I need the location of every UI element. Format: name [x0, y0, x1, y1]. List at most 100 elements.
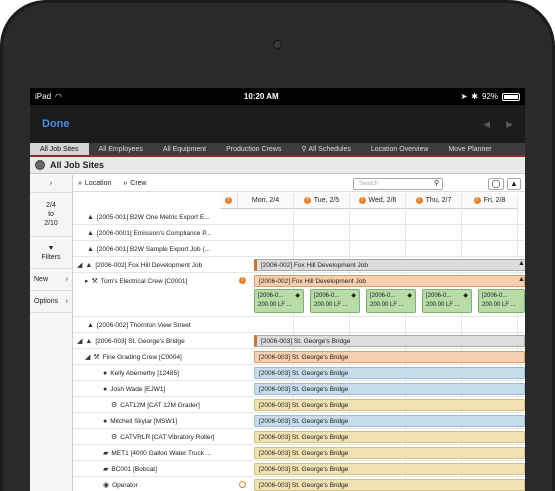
tab-production-crews[interactable]: Production Crews [216, 143, 291, 155]
warning-icon: ! [303, 197, 311, 204]
table-row[interactable]: ⚙ CATVRLR [CAT Vibratory Roller] [2006-00… [73, 429, 525, 445]
table-row[interactable]: ▰ BC001 [Bobcat] [2006-003] St. George's … [73, 461, 525, 477]
expand-chevron[interactable]: › [30, 175, 72, 193]
schedule-bar[interactable]: [2006-003] St. George's Bridge [254, 479, 525, 491]
new-label: New [34, 276, 49, 283]
schedule-bar[interactable]: [2006-003] St. George's Bridge [254, 463, 525, 475]
filters-label: Filters [41, 253, 61, 261]
day-warning: ! [220, 193, 237, 208]
schedule-bar[interactable]: [2006-003] St. George's Bridge [254, 383, 525, 395]
schedule-bar[interactable]: [2006-003] St. George's Bridge [254, 335, 525, 347]
truck-icon: ▰ [103, 450, 109, 457]
expand-icon: » [78, 179, 82, 187]
schedule-bar[interactable]: [2006-002] Fox Hill Development Job [254, 275, 525, 287]
tab-bar: All Job Sites All Employees All Equipmen… [30, 143, 525, 157]
collapse-arrow-icon[interactable]: ◢ [85, 353, 90, 361]
schedule-bar[interactable]: [2006-003] St. George's Bridge [254, 367, 525, 379]
chevron-right-icon: › [65, 276, 68, 283]
production-card[interactable]: [2006-0... 200.00 LF ... ◆ [254, 289, 304, 313]
card-quantity: 200.00 LF ... [426, 302, 460, 308]
collapse-arrow-icon[interactable]: ◢ [77, 337, 82, 345]
row-label: MET1 [4000 Gallon Water Truck ... [111, 449, 212, 457]
search-input[interactable]: Search [353, 178, 443, 190]
schedule-bar[interactable]: [2006-003] St. George's Bridge [254, 399, 525, 411]
new-button[interactable]: New › [30, 269, 72, 291]
tab-move-planner[interactable]: Move Planner [438, 143, 501, 155]
back-arrow-icon[interactable]: ◀ [483, 119, 490, 130]
schedule-bar[interactable]: [2006-003] St. George's Bridge [254, 351, 525, 363]
production-card[interactable]: [2006-0... 200.00 LF ... ◆ [310, 289, 360, 313]
table-row[interactable]: ▲ [2006-002] Thornton View Street [73, 317, 525, 333]
equipment-icon: ⚙ [111, 402, 118, 409]
forward-arrow-icon[interactable]: ▶ [506, 119, 513, 130]
table-row[interactable]: ▲ [2005-001] B2W One Metric Export E... [73, 209, 525, 225]
person-icon: ● [103, 417, 108, 425]
circle-button[interactable]: ◯ [488, 178, 504, 190]
table-row[interactable]: ◉ Operator [2006-003] St. George's Bridge [73, 477, 525, 491]
production-card[interactable]: [2006-0... 200.00 LF ... [478, 289, 525, 313]
options-button[interactable]: Options › [30, 291, 72, 313]
tab-all-schedules-label: All Schedules [308, 145, 351, 153]
tab-all-schedules[interactable]: ⚲ All Schedules [291, 143, 361, 155]
cone-icon: ▲ [85, 337, 93, 345]
person-icon: ● [103, 369, 108, 377]
filters-button[interactable]: ▼ Filters [30, 237, 72, 269]
table-row[interactable]: ◢ ⚒ Fine Grading Crew [C0004] [2006-003] S… [73, 349, 525, 365]
date-range[interactable]: 2/4 to 2/10 [30, 193, 72, 237]
table-row[interactable]: ◢ ▲ [2006-003] St. George's Bridge [2006-0… [73, 333, 525, 349]
alert-triangle-icon: ▲ [510, 179, 518, 188]
day-label: Wed, 2/6 [368, 197, 397, 204]
warning-outline-icon [239, 481, 246, 488]
production-card[interactable]: [2006-0... 200.00 LF ... ◆ [422, 289, 472, 313]
tab-all-employees[interactable]: All Employees [89, 143, 153, 155]
person-icon: ● [103, 385, 108, 393]
tab-all-job-sites[interactable]: All Job Sites [30, 143, 89, 155]
tab-location-overview[interactable]: Location Overview [361, 143, 439, 155]
schedule-bar[interactable]: [2006-003] St. George's Bridge [254, 415, 525, 427]
day-thu: ! Thu, 2/7 [405, 193, 461, 208]
table-row[interactable]: ● Josh Wade [EJW1] [2006-003] St. George'… [73, 381, 525, 397]
done-button[interactable]: Done [42, 118, 70, 130]
day-wed: ! Wed, 2/6 [349, 193, 405, 208]
schedule-bar[interactable]: [2006-002] Fox Hill Development Job [254, 259, 525, 271]
collapse-arrow-icon[interactable]: ◢ [77, 261, 82, 269]
cone-icon: ▲ [518, 276, 525, 283]
location-filter-label: Location [84, 179, 112, 187]
location-icon: ➤ [460, 92, 468, 101]
table-row[interactable]: ▲ [2006-001] B2W Sample Export Job (... [73, 241, 525, 257]
row-label: Fine Grading Crew [C0004] [102, 353, 182, 361]
crew-icon: ⚒ [93, 354, 100, 361]
crew-icon: ⚒ [91, 278, 98, 285]
expand-arrow-icon[interactable]: ▸ [85, 277, 89, 285]
cone-icon: ▲ [87, 229, 94, 237]
warning-icon: ! [358, 197, 366, 204]
row-label: CATVRLR [CAT Vibratory Roller] [120, 433, 215, 441]
location-filter[interactable]: » Location [78, 180, 111, 187]
table-row[interactable]: ▸ ⚒ Tom's Electrical Crew [C0001] ! [2006-… [73, 273, 525, 317]
battery-percent: 92% [481, 92, 498, 101]
row-label: [2006-0001] Emission's Compliance P... [96, 229, 212, 237]
chevron-right-icon: › [65, 298, 68, 305]
schedule-bar[interactable]: [2006-003] St. George's Bridge [254, 447, 525, 459]
expand-icon: » [123, 179, 128, 187]
warning-icon: ! [225, 197, 232, 204]
table-row[interactable]: ▲ [2006-0001] Emission's Compliance P... [73, 225, 525, 241]
row-label: Kelly Abernethy [12485] [110, 369, 179, 377]
schedule-bar[interactable]: [2006-003] St. George's Bridge [254, 431, 525, 443]
gear-icon: ◆ [407, 293, 412, 299]
row-label: [2006-002] Thornton View Street [96, 321, 191, 329]
table-row[interactable]: ⚙ CAT12M [CAT 12M Grader] [2006-003] St. … [73, 397, 525, 413]
production-card[interactable]: [2006-0... 200.00 LF ... ◆ [366, 289, 416, 313]
left-nav: › 2/4 to 2/10 ▼ Filters New › Options › [30, 175, 73, 491]
alert-button[interactable]: ▲ [507, 178, 521, 190]
crew-filter[interactable]: » Crew [123, 180, 146, 187]
table-row[interactable]: ▰ MET1 [4000 Gallon Water Truck ... [2006… [73, 445, 525, 461]
table-row[interactable]: ◢ ▲ [2006-002] Fox Hill Development Job [2… [73, 257, 525, 273]
row-label: [2005-001] B2W One Metric Export E... [96, 213, 210, 221]
card-quantity: 200.00 LF ... [314, 302, 348, 308]
table-row[interactable]: ● Kelly Abernethy [12485] [2006-003] St. … [73, 365, 525, 381]
table-row[interactable]: ● Mitchell Skylar [MSW1] [2006-003] St. G… [73, 413, 525, 429]
funnel-icon: ▼ [47, 244, 55, 252]
tab-all-equipment[interactable]: All Equipment [153, 143, 216, 155]
row-label: Operator [112, 481, 138, 489]
